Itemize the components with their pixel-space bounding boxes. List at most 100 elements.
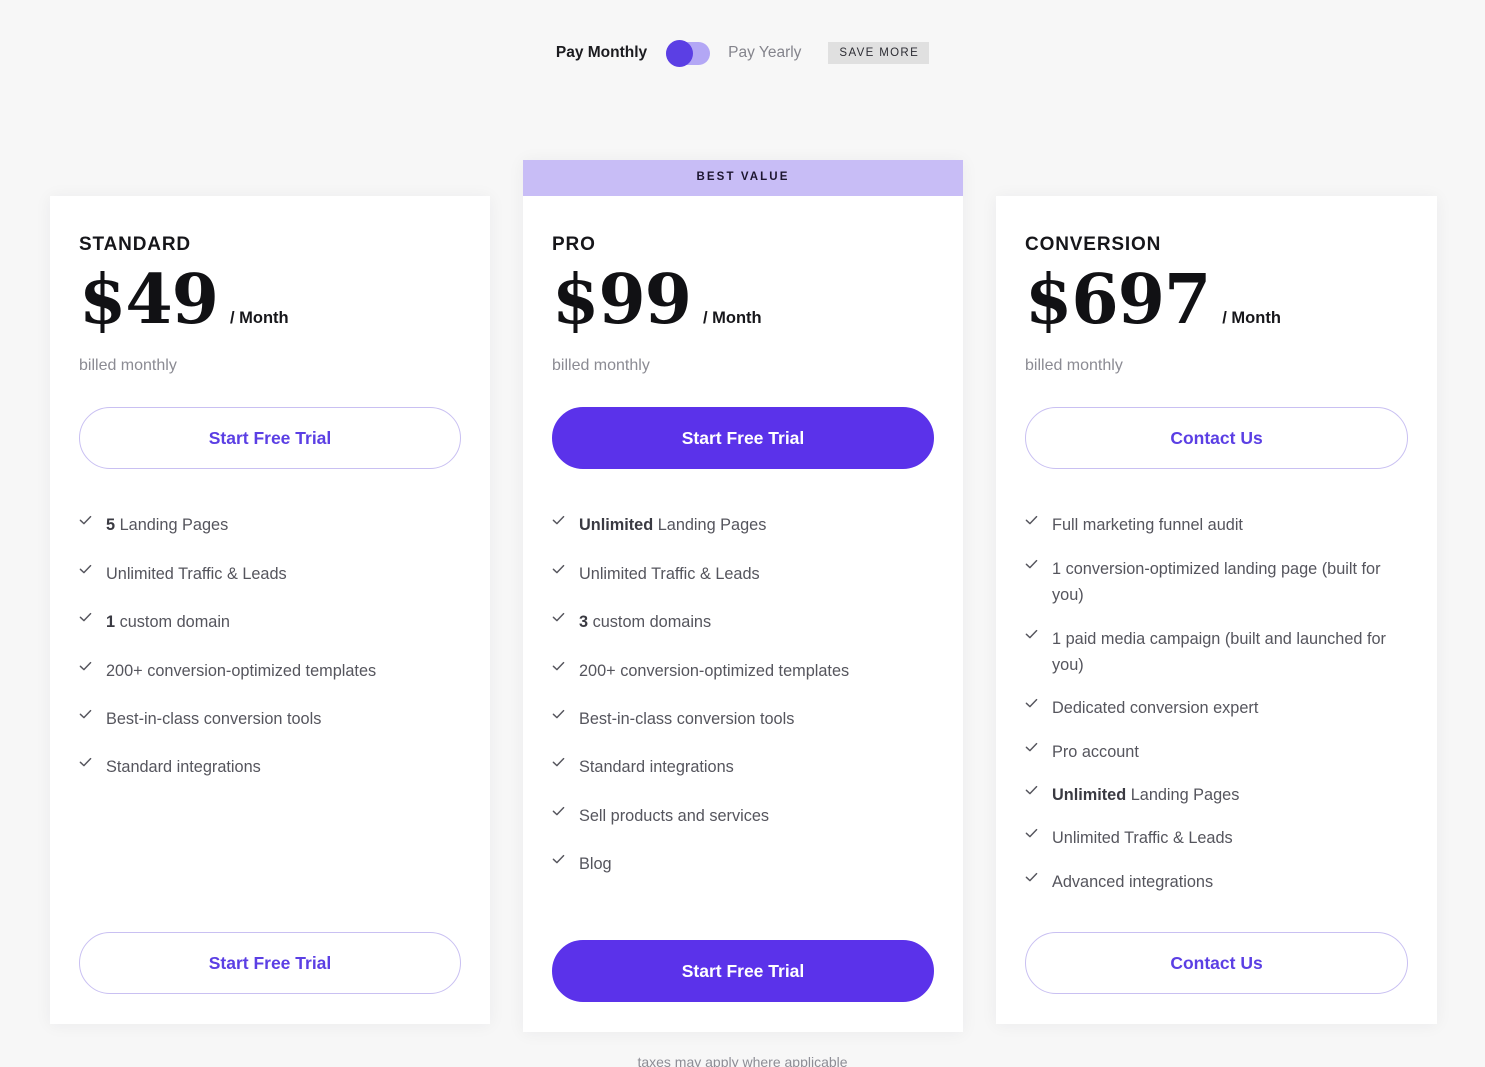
check-icon (1025, 628, 1038, 646)
check-icon (552, 611, 565, 629)
plan-name-standard: STANDARD (79, 234, 191, 255)
cta-bottom-pro[interactable]: Start Free Trial (552, 940, 934, 1002)
check-icon (552, 563, 565, 581)
feature-item: Unlimited Landing Pages (1025, 782, 1408, 808)
billing-period-toggle[interactable] (666, 39, 711, 67)
cta-bottom-conversion[interactable]: Contact Us (1025, 932, 1408, 994)
check-icon (552, 805, 565, 823)
feature-list-pro: Unlimited Landing Pages Unlimited Traffic… (552, 469, 934, 877)
feature-item: 200+ conversion-optimized templates (79, 658, 461, 684)
feature-label: Dedicated conversion expert (1052, 699, 1259, 718)
feature-label: 1 paid media campaign (built and launche… (1052, 629, 1386, 674)
feature-item: 3 custom domains (552, 609, 934, 635)
feature-item: Best-in-class conversion tools (552, 706, 934, 732)
check-icon (79, 660, 92, 678)
price-period-standard: / Month (229, 309, 289, 327)
check-icon (1025, 514, 1038, 532)
feature-item: Full marketing funnel audit (1025, 512, 1408, 538)
card-content-conversion: CONVERSION $697 / Month billed monthly C… (996, 196, 1437, 1024)
plan-name-pro: PRO (552, 234, 596, 255)
feature-item: Advanced integrations (1025, 869, 1408, 895)
feature-label: Best-in-class conversion tools (106, 709, 322, 728)
price-row-pro: $99 / Month (552, 254, 934, 335)
cta-top-standard[interactable]: Start Free Trial (79, 407, 461, 470)
feature-item: 1 paid media campaign (built and launche… (1025, 626, 1408, 679)
feature-label: Unlimited Landing Pages (1052, 786, 1240, 805)
feature-label: Full marketing funnel audit (1052, 516, 1243, 535)
save-more-badge: SAVE MORE (828, 41, 930, 65)
check-icon (79, 756, 92, 774)
check-icon (1025, 871, 1038, 889)
price-period-conversion: / Month (1222, 309, 1281, 327)
card-content-standard: STANDARD $49 / Month billed monthly Star… (50, 196, 490, 1024)
feature-label: Standard integrations (579, 758, 734, 777)
cta-bottom-standard[interactable]: Start Free Trial (79, 932, 461, 994)
check-icon (79, 514, 92, 532)
toggle-knob (666, 39, 694, 67)
plan-name-conversion: CONVERSION (1025, 234, 1162, 255)
feature-item: 200+ conversion-optimized templates (552, 658, 934, 684)
price-row-standard: $49 / Month (79, 254, 461, 335)
billing-note-pro: billed monthly (552, 357, 650, 375)
price-amount-pro: $99 (552, 260, 692, 340)
feature-item: Blog (552, 851, 934, 877)
tax-footnote: taxes may apply where applicable (637, 1054, 848, 1067)
check-icon (1025, 697, 1038, 715)
feature-label: Pro account (1052, 742, 1139, 761)
feature-item: Dedicated conversion expert (1025, 695, 1408, 721)
cta-top-conversion[interactable]: Contact Us (1025, 407, 1408, 470)
feature-item: 1 conversion-optimized landing page (bui… (1025, 556, 1408, 609)
pricing-card-conversion: CONVERSION $697 / Month billed monthly C… (996, 196, 1437, 1024)
check-icon (552, 756, 565, 774)
check-icon (79, 563, 92, 581)
check-icon (1025, 784, 1038, 802)
feature-label: 3 custom domains (579, 613, 712, 632)
feature-item: 1 custom domain (79, 609, 461, 635)
feature-label: Unlimited Traffic & Leads (106, 564, 287, 583)
feature-list-conversion: Full marketing funnel audit 1 conversion-… (1025, 469, 1408, 895)
feature-label: 1 custom domain (106, 613, 230, 632)
pay-yearly-label[interactable]: Pay Yearly (728, 45, 801, 61)
feature-item: Best-in-class conversion tools (79, 706, 461, 732)
feature-item: Standard integrations (79, 754, 461, 780)
feature-label: Sell products and services (579, 806, 770, 825)
feature-label: Blog (579, 855, 612, 874)
feature-label: Best-in-class conversion tools (579, 709, 795, 728)
check-icon (1025, 558, 1038, 576)
check-icon (552, 853, 565, 871)
pricing-card-standard: STANDARD $49 / Month billed monthly Star… (50, 196, 490, 1024)
feature-label: Advanced integrations (1052, 872, 1214, 891)
feature-item: Unlimited Landing Pages (552, 512, 934, 538)
feature-label: Unlimited Traffic & Leads (1052, 829, 1233, 848)
price-amount-conversion: $697 (1025, 260, 1211, 340)
check-icon (552, 708, 565, 726)
feature-label: Unlimited Landing Pages (579, 516, 767, 535)
feature-label: Unlimited Traffic & Leads (579, 564, 760, 583)
feature-label: 5 Landing Pages (106, 516, 229, 535)
pay-monthly-label[interactable]: Pay Monthly (556, 45, 647, 61)
check-icon (1025, 827, 1038, 845)
feature-item: Unlimited Traffic & Leads (552, 561, 934, 587)
billing-note-conversion: billed monthly (1025, 357, 1123, 375)
check-icon (552, 660, 565, 678)
billing-toggle-row: Pay Monthly Pay Yearly SAVE MORE (0, 0, 1485, 106)
feature-label: Standard integrations (106, 758, 261, 777)
check-icon (1025, 741, 1038, 759)
feature-item: Sell products and services (552, 803, 934, 829)
check-icon (79, 611, 92, 629)
feature-label: 1 conversion-optimized landing page (bui… (1052, 559, 1381, 605)
feature-item: Unlimited Traffic & Leads (1025, 825, 1408, 851)
pricing-card-pro: BEST VALUE PRO $99 / Month billed monthl… (523, 160, 963, 1032)
cta-top-pro[interactable]: Start Free Trial (552, 407, 934, 470)
price-amount-standard: $49 (79, 260, 219, 340)
feature-label: 200+ conversion-optimized templates (579, 661, 850, 680)
check-icon (552, 514, 565, 532)
feature-item: Standard integrations (552, 754, 934, 780)
billing-note-standard: billed monthly (79, 357, 177, 375)
feature-label: 200+ conversion-optimized templates (106, 661, 377, 680)
feature-list-standard: 5 Landing Pages Unlimited Traffic & Leads… (79, 469, 461, 780)
feature-item: 5 Landing Pages (79, 512, 461, 538)
card-content-pro: PRO $99 / Month billed monthly Start Fre… (523, 160, 963, 1032)
price-period-pro: / Month (702, 309, 762, 327)
feature-item: Pro account (1025, 739, 1408, 765)
